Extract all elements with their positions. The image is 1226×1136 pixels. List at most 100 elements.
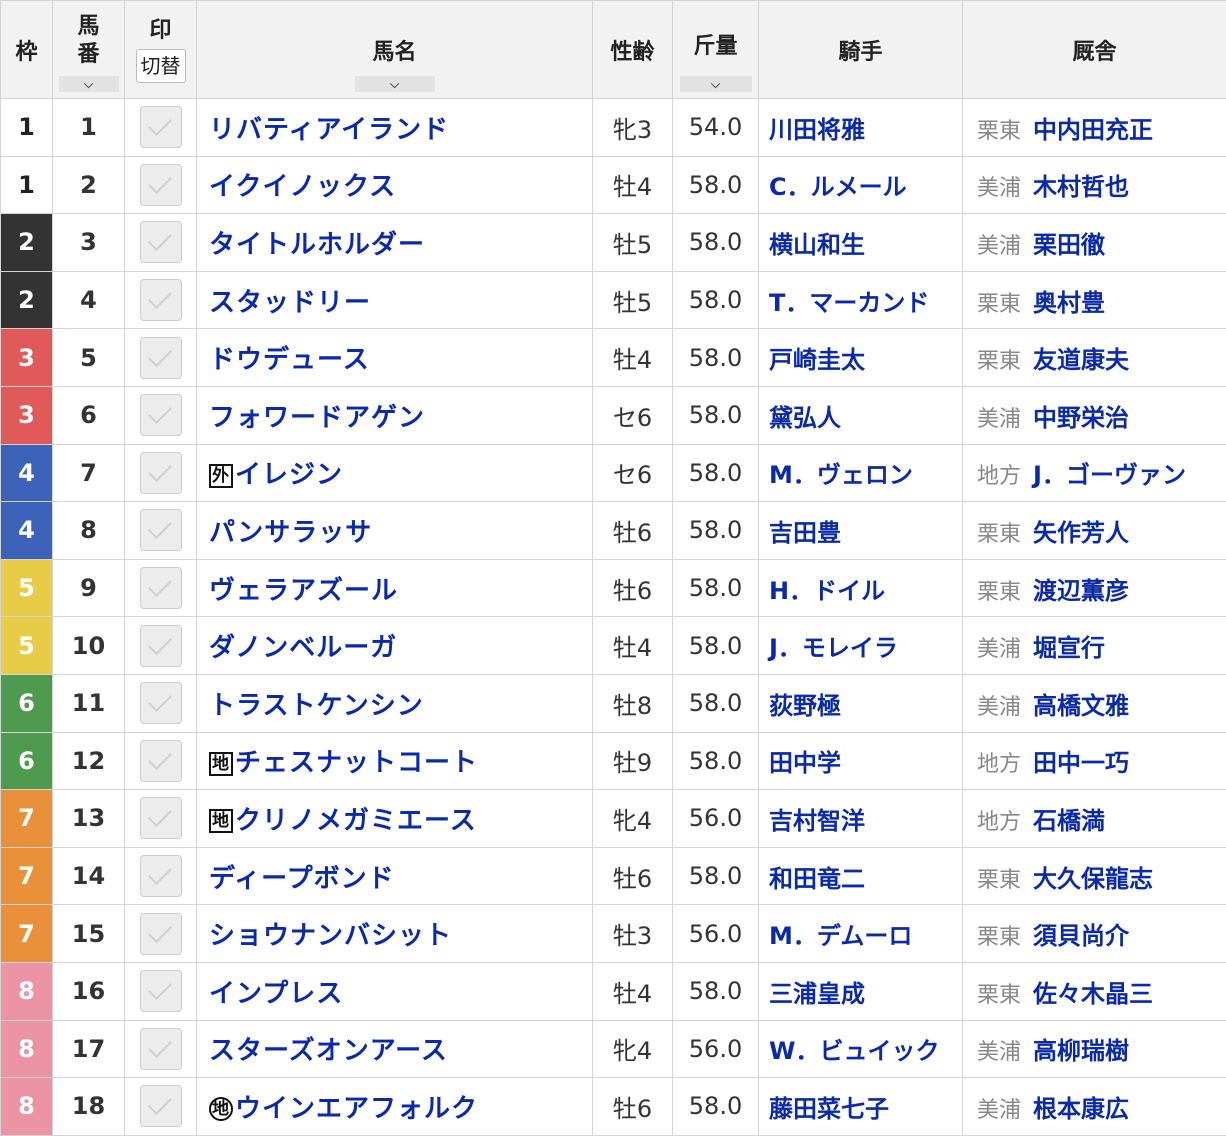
- trainer-cell[interactable]: 地方田中一巧: [963, 732, 1226, 790]
- trainer-link[interactable]: 中内田充正: [1033, 116, 1153, 144]
- horse-name-cell[interactable]: スタッドリー: [197, 271, 593, 329]
- jockey-cell[interactable]: M．ヴェロン: [759, 444, 963, 502]
- horse-name-link[interactable]: ウインエアフォルク: [235, 1094, 478, 1124]
- header-umaban[interactable]: 馬 番 ⌵: [53, 1, 125, 99]
- jockey-cell[interactable]: J．モレイラ: [759, 617, 963, 675]
- trainer-link[interactable]: 栗田徹: [1033, 231, 1105, 259]
- horse-name-cell[interactable]: ヴェラアズール: [197, 559, 593, 617]
- horse-name-link[interactable]: スタッドリー: [209, 288, 371, 318]
- trainer-cell[interactable]: 栗東渡辺薫彦: [963, 559, 1226, 617]
- jockey-cell[interactable]: M．デムーロ: [759, 905, 963, 963]
- mark-checkbox[interactable]: [140, 164, 182, 206]
- mark-cell[interactable]: [125, 99, 197, 157]
- horse-name-cell[interactable]: リバティアイランド: [197, 99, 593, 157]
- trainer-cell[interactable]: 美浦根本康広: [963, 1078, 1226, 1136]
- mark-checkbox[interactable]: [140, 452, 182, 494]
- sort-chevron-icon[interactable]: ⌵: [355, 76, 435, 92]
- jockey-link[interactable]: T．マーカンド: [769, 289, 929, 317]
- mark-cell[interactable]: [125, 271, 197, 329]
- mark-cell[interactable]: [125, 617, 197, 675]
- horse-name-link[interactable]: クリノメガミエース: [235, 806, 477, 836]
- mark-cell[interactable]: [125, 962, 197, 1020]
- horse-name-link[interactable]: トラストケンシン: [209, 691, 424, 721]
- sort-chevron-icon[interactable]: ⌵: [59, 76, 119, 92]
- horse-name-cell[interactable]: タイトルホルダー: [197, 214, 593, 272]
- trainer-cell[interactable]: 美浦堀宣行: [963, 617, 1226, 675]
- trainer-cell[interactable]: 美浦栗田徹: [963, 214, 1226, 272]
- header-weight[interactable]: 斤量 ⌵: [673, 1, 759, 99]
- trainer-link[interactable]: 渡辺薫彦: [1033, 577, 1129, 605]
- jockey-link[interactable]: 吉田豊: [769, 519, 841, 547]
- jockey-link[interactable]: 川田将雅: [769, 116, 865, 144]
- jockey-cell[interactable]: H．ドイル: [759, 559, 963, 617]
- mark-checkbox[interactable]: [140, 1028, 182, 1070]
- jockey-cell[interactable]: 田中学: [759, 732, 963, 790]
- jockey-cell[interactable]: T．マーカンド: [759, 271, 963, 329]
- mark-checkbox[interactable]: [140, 106, 182, 148]
- jockey-cell[interactable]: 黛弘人: [759, 386, 963, 444]
- horse-name-link[interactable]: ディープボンド: [209, 864, 395, 894]
- mark-checkbox[interactable]: [140, 797, 182, 839]
- horse-name-link[interactable]: スターズオンアース: [209, 1036, 448, 1066]
- trainer-cell[interactable]: 美浦高橋文雅: [963, 674, 1226, 732]
- horse-name-cell[interactable]: スターズオンアース: [197, 1020, 593, 1078]
- mark-checkbox[interactable]: [140, 337, 182, 379]
- mark-cell[interactable]: [125, 386, 197, 444]
- mark-cell[interactable]: [125, 502, 197, 560]
- trainer-cell[interactable]: 栗東大久保龍志: [963, 847, 1226, 905]
- horse-name-link[interactable]: チェスナットコート: [235, 748, 478, 778]
- trainer-cell[interactable]: 栗東中内田充正: [963, 99, 1226, 157]
- jockey-cell[interactable]: 横山和生: [759, 214, 963, 272]
- mark-cell[interactable]: [125, 214, 197, 272]
- jockey-cell[interactable]: 三浦皇成: [759, 962, 963, 1020]
- mark-checkbox[interactable]: [140, 1085, 182, 1127]
- horse-name-cell[interactable]: ディープボンド: [197, 847, 593, 905]
- jockey-link[interactable]: 三浦皇成: [769, 980, 865, 1008]
- jockey-link[interactable]: C．ルメール: [769, 173, 907, 201]
- trainer-cell[interactable]: 美浦木村哲也: [963, 156, 1226, 214]
- trainer-link[interactable]: 高橋文雅: [1033, 692, 1129, 720]
- header-name[interactable]: 馬名 ⌵: [197, 1, 593, 99]
- trainer-link[interactable]: 須貝尚介: [1033, 922, 1129, 950]
- mark-checkbox[interactable]: [140, 279, 182, 321]
- trainer-cell[interactable]: 美浦高柳瑞樹: [963, 1020, 1226, 1078]
- mark-checkbox[interactable]: [140, 970, 182, 1012]
- jockey-link[interactable]: 吉村智洋: [769, 807, 865, 835]
- horse-name-cell[interactable]: パンサラッサ: [197, 502, 593, 560]
- mark-cell[interactable]: [125, 156, 197, 214]
- horse-name-link[interactable]: ショウナンバシット: [209, 921, 452, 951]
- horse-name-cell[interactable]: 地チェスナットコート: [197, 732, 593, 790]
- mark-cell[interactable]: [125, 732, 197, 790]
- mark-checkbox[interactable]: [140, 740, 182, 782]
- mark-checkbox[interactable]: [140, 509, 182, 551]
- mark-checkbox[interactable]: [140, 567, 182, 609]
- trainer-link[interactable]: 大久保龍志: [1033, 865, 1153, 893]
- mark-cell[interactable]: [125, 847, 197, 905]
- mark-checkbox[interactable]: [140, 855, 182, 897]
- jockey-cell[interactable]: 川田将雅: [759, 99, 963, 157]
- jockey-cell[interactable]: 藤田菜七子: [759, 1078, 963, 1136]
- mark-checkbox[interactable]: [140, 394, 182, 436]
- jockey-link[interactable]: 荻野極: [769, 692, 841, 720]
- horse-name-cell[interactable]: トラストケンシン: [197, 674, 593, 732]
- jockey-link[interactable]: 和田竜二: [769, 865, 865, 893]
- trainer-link[interactable]: 木村哲也: [1033, 173, 1129, 201]
- mark-checkbox[interactable]: [140, 221, 182, 263]
- horse-name-link[interactable]: フォワードアゲン: [209, 403, 425, 433]
- trainer-link[interactable]: 高柳瑞樹: [1033, 1037, 1129, 1065]
- trainer-link[interactable]: 田中一巧: [1033, 749, 1129, 777]
- mark-cell[interactable]: [125, 444, 197, 502]
- jockey-cell[interactable]: W．ビュイック: [759, 1020, 963, 1078]
- trainer-cell[interactable]: 地方石橋満: [963, 790, 1226, 848]
- trainer-link[interactable]: 友道康夫: [1033, 346, 1129, 374]
- trainer-link[interactable]: 根本康広: [1033, 1095, 1129, 1123]
- jockey-link[interactable]: H．ドイル: [769, 577, 885, 605]
- jockey-cell[interactable]: 和田竜二: [759, 847, 963, 905]
- mark-checkbox[interactable]: [140, 625, 182, 667]
- horse-name-link[interactable]: イレジン: [235, 460, 343, 490]
- horse-name-link[interactable]: ヴェラアズール: [209, 576, 398, 606]
- horse-name-link[interactable]: ダノンベルーガ: [209, 633, 397, 663]
- trainer-cell[interactable]: 地方J．ゴーヴァン: [963, 444, 1226, 502]
- jockey-link[interactable]: M．ヴェロン: [769, 461, 913, 489]
- mark-checkbox[interactable]: [140, 682, 182, 724]
